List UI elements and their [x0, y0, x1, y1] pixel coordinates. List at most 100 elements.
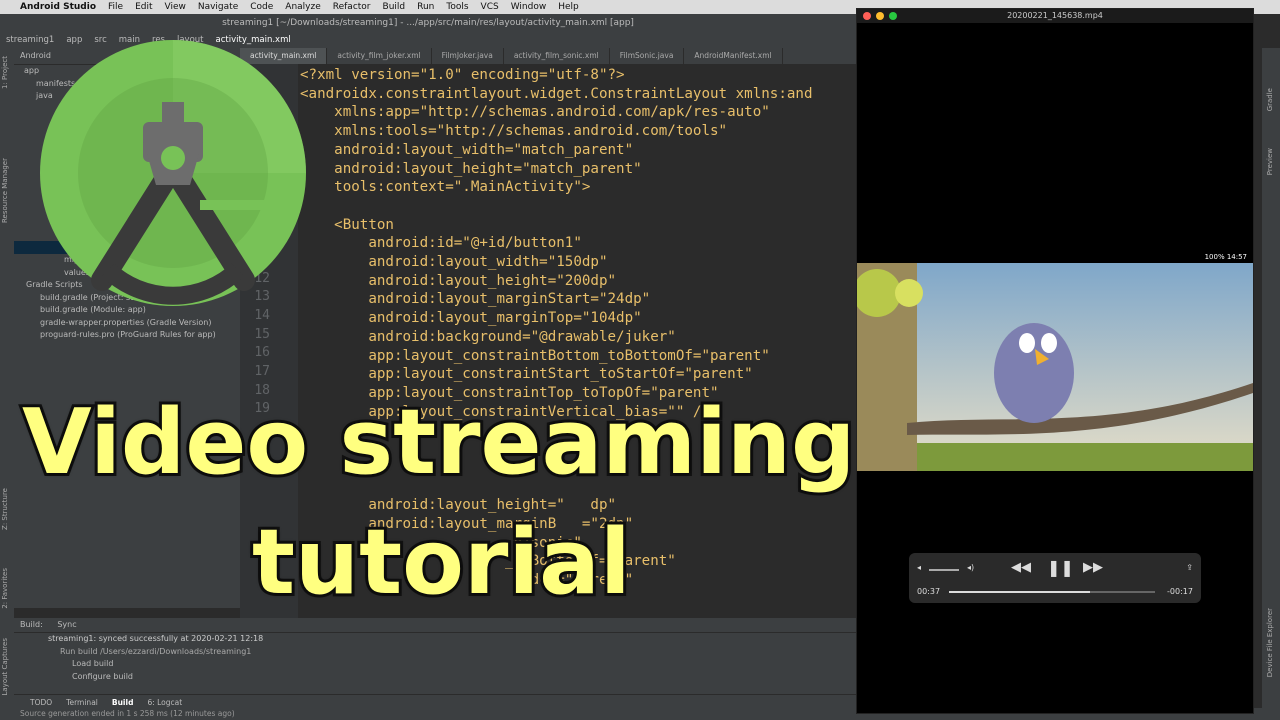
code-line: android:layout_marginTop="104dp" [300, 310, 642, 327]
editor-tabs: activity_main.xml activity_film_joker.xm… [240, 48, 856, 65]
project-tool-tab[interactable]: 1: Project [1, 56, 9, 89]
phone-status-bar: 100% 14:57 [857, 251, 1253, 263]
menu-code[interactable]: Code [244, 2, 279, 12]
terminal-tab[interactable]: Terminal [66, 698, 98, 707]
code-line: android:layout_height="200dp" [300, 272, 617, 289]
volume-slider[interactable] [929, 569, 959, 571]
code-line: app:layout_constraintVertical_bias="" /> [300, 403, 710, 420]
window-controls [863, 12, 897, 20]
menu-tools[interactable]: Tools [440, 2, 474, 12]
code-line: tools:context=".MainActivity"> [300, 179, 591, 196]
video-filename: 20200221_145638.mp4 [1007, 11, 1103, 20]
line-number: 18 [254, 382, 270, 398]
tab-activity-film-joker[interactable]: activity_film_joker.xml [327, 48, 432, 64]
gradle-tool-tab[interactable]: Gradle [1266, 88, 1274, 111]
code-line: android:background="@drawable/juker" [300, 328, 676, 345]
code-editor[interactable]: <?xml version="1.0" encoding="utf-8"?> <a… [298, 64, 850, 604]
code-line: <androidx.constraintlayout.widget.Constr… [300, 85, 813, 102]
volume-high-icon[interactable]: ◂) [967, 563, 974, 572]
progress-track[interactable] [949, 591, 1155, 593]
code-line: android:layout_marginStart="24dp" [300, 291, 651, 308]
code-line: android:layout_width="match_parent" [300, 141, 634, 158]
menu-navigate[interactable]: Navigate [192, 2, 244, 12]
phone-status-text: 100% 14:57 [1204, 253, 1247, 261]
line-number: 19 [254, 401, 270, 417]
volume-low-icon[interactable]: ◂ [917, 563, 921, 572]
code-line: android:layout_height="match_parent" [300, 160, 642, 177]
device-file-explorer-tool-tab[interactable]: Device File Explorer [1266, 608, 1274, 677]
line-number: 16 [254, 345, 270, 361]
code-line: xmlns:app="http://schemas.android.com/ap… [300, 104, 770, 121]
build-row[interactable]: Load build [14, 658, 856, 671]
sync-tab[interactable]: Sync [57, 620, 76, 629]
video-frame [857, 263, 1253, 471]
line-number: 14 [254, 307, 270, 323]
build-panel-header: Build: Sync [14, 618, 856, 633]
line-number: 17 [254, 364, 270, 379]
tab-film-joker-java[interactable]: FilmJoker.java [432, 48, 504, 64]
minimize-window-icon[interactable] [876, 12, 884, 20]
build-row[interactable]: streaming1: synced successfully at 2020-… [14, 633, 856, 646]
menu-help[interactable]: Help [552, 2, 585, 12]
resource-manager-tool-tab[interactable]: Resource Manager [1, 158, 9, 223]
code-line: app:layout_constraintTop_toTopOf="parent… [300, 384, 719, 401]
menu-refactor[interactable]: Refactor [327, 2, 377, 12]
logcat-tab[interactable]: 6: Logcat [147, 698, 182, 707]
playback-controls: ◂ ◂) ◀◀ ❚❚ ▶▶ ⇪ 00:37 -00:17 [909, 553, 1201, 603]
pause-button[interactable]: ❚❚ [1047, 558, 1074, 577]
close-window-icon[interactable] [863, 12, 871, 20]
code-line: e/sonic" [300, 534, 582, 551]
code-line: _toBottomOf="parent" [300, 553, 676, 570]
tab-activity-film-sonic[interactable]: activity_film_sonic.xml [504, 48, 610, 64]
zoom-window-icon[interactable] [889, 12, 897, 20]
android-studio-logo [40, 40, 306, 306]
code-line: <?xml version="1.0" encoding="utf-8"?> [300, 67, 625, 83]
elapsed-time: 00:37 [917, 587, 941, 596]
tree-item[interactable]: proguard-rules.pro (ProGuard Rules for a… [14, 329, 240, 342]
progress-fill [949, 591, 1091, 593]
code-line: android:layout_height=" dp" [300, 497, 617, 514]
code-line: EndOf="parent" [300, 571, 634, 588]
line-number: 15 [254, 326, 270, 342]
code-line: xmlns:tools="http://schemas.android.com/… [300, 123, 728, 140]
layout-captures-tool-tab[interactable]: Layout Captures [1, 638, 9, 696]
menu-run[interactable]: Run [411, 2, 440, 12]
build-tab[interactable]: Build [112, 698, 134, 707]
video-player-window: 20200221_145638.mp4 100% 14:57 ◂ ◂) ◀◀ ❚… [856, 8, 1254, 714]
favorites-tool-tab[interactable]: 2: Favorites [1, 568, 9, 609]
menu-app-name[interactable]: Android Studio [14, 2, 102, 12]
menu-analyze[interactable]: Analyze [279, 2, 326, 12]
tab-android-manifest[interactable]: AndroidManifest.xml [684, 48, 783, 64]
code-line: android:layout_marginB ="2dp" [300, 515, 634, 532]
right-tool-strip: Gradle Preview Device File Explorer [1262, 48, 1280, 708]
ide-title-bar: streaming1 [~/Downloads/streaming1] - ..… [0, 14, 856, 32]
share-icon[interactable]: ⇪ [1186, 563, 1193, 572]
build-panel: Build: Sync streaming1: synced successfu… [14, 618, 856, 694]
build-row[interactable]: Run build /Users/ezzardi/Downloads/strea… [14, 646, 856, 659]
todo-tab[interactable]: TODO [30, 698, 52, 707]
left-tool-strip: 1: Project Resource Manager Z: Structure… [0, 48, 15, 708]
code-line: <Button [300, 216, 394, 233]
code-line: app:layout_constraintBottom_toBottomOf="… [300, 347, 770, 364]
menu-file[interactable]: File [102, 2, 129, 12]
remaining-time: -00:17 [1167, 587, 1193, 596]
menu-view[interactable]: View [159, 2, 192, 12]
code-line: android:layout_width="150dp" [300, 254, 608, 270]
build-label: Build: [20, 620, 43, 629]
menu-vcs[interactable]: VCS [475, 2, 505, 12]
build-row[interactable]: Configure build [14, 671, 856, 684]
menu-window[interactable]: Window [505, 2, 553, 12]
bottom-tool-bar: TODO Terminal Build 6: Logcat [14, 694, 872, 709]
tree-item[interactable]: build.gradle (Module: app) [14, 304, 240, 317]
rewind-button[interactable]: ◀◀ [1011, 560, 1031, 575]
tab-film-sonic-java[interactable]: FilmSonic.java [610, 48, 685, 64]
video-title-bar: 20200221_145638.mp4 [857, 9, 1253, 23]
fast-forward-button[interactable]: ▶▶ [1083, 560, 1103, 575]
tree-item[interactable]: gradle-wrapper.properties (Gradle Versio… [14, 317, 240, 330]
structure-tool-tab[interactable]: Z: Structure [1, 488, 9, 530]
code-line: app:layout_constraintStart_toStartOf="pa… [300, 366, 753, 383]
code-line: android:id="@+id/button1" [300, 235, 582, 252]
preview-tool-tab[interactable]: Preview [1266, 148, 1274, 175]
menu-build[interactable]: Build [377, 2, 412, 12]
menu-edit[interactable]: Edit [129, 2, 158, 12]
